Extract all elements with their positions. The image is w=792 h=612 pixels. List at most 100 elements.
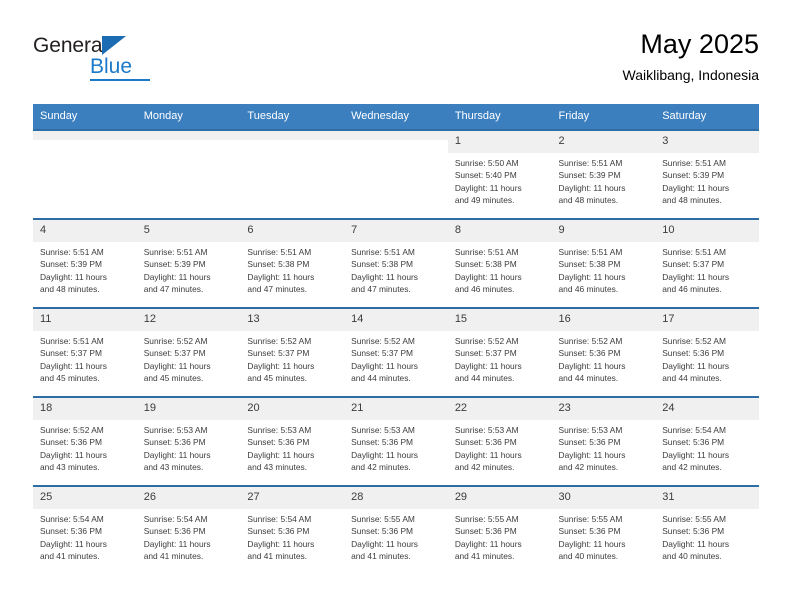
calendar-day-cell[interactable]: 27 Sunrise: 5:54 AM Sunset: 5:36 PM Dayligh… [240, 485, 345, 575]
daylight-text-line2: and 42 minutes. [662, 462, 722, 473]
calendar-day-cell[interactable]: 3 Sunrise: 5:51 AM Sunset: 5:39 PM Daylight… [655, 129, 759, 219]
day-details: Sunrise: 5:51 AM Sunset: 5:38 PM Daylight:… [240, 242, 344, 296]
daylight-text-line2: and 43 minutes. [40, 462, 100, 473]
sunrise-text: Sunrise: 5:52 AM [558, 336, 623, 346]
logo-underline [90, 79, 150, 81]
calendar-day-cell[interactable]: 18 Sunrise: 5:52 AM Sunset: 5:36 PM Dayligh… [33, 396, 137, 486]
calendar-day-cell[interactable]: 13 Sunrise: 5:52 AM Sunset: 5:37 PM Dayligh… [240, 307, 345, 397]
calendar-day-cell[interactable]: 8 Sunrise: 5:51 AM Sunset: 5:38 PM Daylight… [447, 218, 552, 308]
day-number: 15 [447, 309, 552, 331]
sunset-text: Sunset: 5:37 PM [247, 348, 310, 359]
sunrise-text: Sunrise: 5:53 AM [558, 425, 623, 435]
day-details: Sunrise: 5:51 AM Sunset: 5:39 PM Daylight:… [33, 242, 137, 296]
day-number: 14 [344, 309, 448, 331]
calendar-day-cell[interactable]: 7 Sunrise: 5:51 AM Sunset: 5:38 PM Daylight… [344, 218, 448, 308]
day-cell-inner: 18 Sunrise: 5:52 AM Sunset: 5:36 PM Dayligh… [33, 398, 137, 485]
sunset-text: Sunset: 5:36 PM [247, 437, 310, 448]
daylight-text-line1: Daylight: 11 hours [40, 360, 107, 371]
day-details: Sunrise: 5:51 AM Sunset: 5:39 PM Daylight:… [137, 242, 241, 296]
page-header: General Blue May 2025 Waiklibang, Indone… [33, 28, 759, 96]
day-number: 28 [344, 487, 448, 509]
calendar-day-cell[interactable]: 17 Sunrise: 5:52 AM Sunset: 5:36 PM Dayligh… [655, 307, 759, 397]
calendar-week-row: 18 Sunrise: 5:52 AM Sunset: 5:36 PM Dayligh… [33, 396, 759, 486]
day-number: 4 [33, 220, 137, 242]
daylight-text-line1: Daylight: 11 hours [40, 271, 107, 282]
sunrise-text: Sunrise: 5:50 AM [454, 158, 519, 168]
day-number [136, 131, 241, 140]
calendar-day-cell[interactable]: 31 Sunrise: 5:55 AM Sunset: 5:36 PM Dayligh… [655, 485, 759, 575]
calendar-day-cell[interactable]: 28 Sunrise: 5:55 AM Sunset: 5:36 PM Dayligh… [344, 485, 448, 575]
sunrise-text: Sunrise: 5:52 AM [143, 336, 208, 346]
day-cell-inner: 11 Sunrise: 5:51 AM Sunset: 5:37 PM Dayligh… [33, 309, 137, 396]
sunset-text: Sunset: 5:36 PM [662, 437, 725, 448]
sunrise-text: Sunrise: 5:52 AM [40, 425, 104, 435]
calendar-day-cell[interactable]: 19 Sunrise: 5:53 AM Sunset: 5:36 PM Dayligh… [136, 396, 241, 486]
calendar-body: 1 Sunrise: 5:50 AM Sunset: 5:40 PM Daylight… [33, 129, 759, 575]
calendar-day-cell[interactable]: 1 Sunrise: 5:50 AM Sunset: 5:40 PM Daylight… [447, 129, 552, 219]
calendar-day-cell[interactable]: 5 Sunrise: 5:51 AM Sunset: 5:39 PM Daylight… [136, 218, 241, 308]
day-details: Sunrise: 5:53 AM Sunset: 5:36 PM Daylight:… [240, 420, 344, 474]
day-number: 6 [240, 220, 345, 242]
calendar-day-cell[interactable]: 21 Sunrise: 5:53 AM Sunset: 5:36 PM Dayligh… [344, 396, 448, 486]
daylight-text-line2: and 46 minutes. [454, 284, 515, 295]
daylight-text-line1: Daylight: 11 hours [558, 538, 626, 549]
calendar-day-cell[interactable]: 25 Sunrise: 5:54 AM Sunset: 5:36 PM Dayligh… [33, 485, 137, 575]
calendar-day-cell[interactable]: 22 Sunrise: 5:53 AM Sunset: 5:36 PM Dayligh… [447, 396, 552, 486]
daylight-text-line1: Daylight: 11 hours [247, 449, 315, 460]
calendar-day-cell[interactable]: 4 Sunrise: 5:51 AM Sunset: 5:39 PM Daylight… [33, 218, 137, 308]
calendar-day-cell[interactable]: 20 Sunrise: 5:53 AM Sunset: 5:36 PM Dayligh… [240, 396, 345, 486]
calendar-day-cell[interactable]: 6 Sunrise: 5:51 AM Sunset: 5:38 PM Daylight… [240, 218, 345, 308]
daylight-text-line2: and 44 minutes. [454, 373, 515, 384]
day-details: Sunrise: 5:55 AM Sunset: 5:36 PM Daylight:… [344, 509, 448, 563]
sunset-text: Sunset: 5:36 PM [662, 348, 725, 359]
sunrise-text: Sunrise: 5:51 AM [454, 247, 519, 257]
calendar-day-cell[interactable]: 24 Sunrise: 5:54 AM Sunset: 5:36 PM Dayligh… [655, 396, 759, 486]
calendar-day-cell[interactable]: 9 Sunrise: 5:51 AM Sunset: 5:38 PM Daylight… [551, 218, 656, 308]
calendar-day-cell[interactable]: 15 Sunrise: 5:52 AM Sunset: 5:37 PM Dayligh… [447, 307, 552, 397]
sunset-text: Sunset: 5:37 PM [351, 348, 414, 359]
daylight-text-line1: Daylight: 11 hours [40, 538, 107, 549]
sunset-text: Sunset: 5:40 PM [454, 170, 517, 181]
daylight-text-line1: Daylight: 11 hours [143, 449, 211, 460]
calendar-day-cell[interactable]: 10 Sunrise: 5:51 AM Sunset: 5:37 PM Dayligh… [655, 218, 759, 308]
day-details: Sunrise: 5:53 AM Sunset: 5:36 PM Daylight:… [552, 420, 656, 474]
day-cell-inner: 5 Sunrise: 5:51 AM Sunset: 5:39 PM Daylight… [136, 220, 241, 307]
calendar-day-cell[interactable]: 12 Sunrise: 5:52 AM Sunset: 5:37 PM Dayligh… [136, 307, 241, 397]
daylight-text-line1: Daylight: 11 hours [351, 271, 418, 282]
calendar-cell-empty[interactable] [240, 129, 345, 219]
day-cell-inner: 25 Sunrise: 5:54 AM Sunset: 5:36 PM Dayligh… [33, 487, 137, 575]
day-details: Sunrise: 5:54 AM Sunset: 5:36 PM Daylight:… [137, 509, 241, 563]
day-details: Sunrise: 5:55 AM Sunset: 5:36 PM Daylight:… [552, 509, 656, 563]
daylight-text-line2: and 45 minutes. [247, 373, 308, 384]
daylight-text-line1: Daylight: 11 hours [351, 538, 418, 549]
calendar-cell-empty[interactable] [344, 129, 448, 219]
calendar-day-cell[interactable]: 30 Sunrise: 5:55 AM Sunset: 5:36 PM Dayligh… [551, 485, 656, 575]
daylight-text-line1: Daylight: 11 hours [558, 271, 626, 282]
daylight-text-line1: Daylight: 11 hours [40, 449, 107, 460]
calendar-day-cell[interactable]: 29 Sunrise: 5:55 AM Sunset: 5:36 PM Dayligh… [447, 485, 552, 575]
calendar-day-cell[interactable]: 26 Sunrise: 5:54 AM Sunset: 5:36 PM Dayligh… [136, 485, 241, 575]
calendar-day-cell[interactable]: 23 Sunrise: 5:53 AM Sunset: 5:36 PM Dayligh… [551, 396, 656, 486]
calendar-day-cell[interactable]: 2 Sunrise: 5:51 AM Sunset: 5:39 PM Daylight… [551, 129, 656, 219]
calendar-day-cell[interactable]: 14 Sunrise: 5:52 AM Sunset: 5:37 PM Dayligh… [344, 307, 448, 397]
calendar-day-cell[interactable]: 11 Sunrise: 5:51 AM Sunset: 5:37 PM Dayligh… [33, 307, 137, 397]
sunset-text: Sunset: 5:37 PM [143, 348, 206, 359]
day-number: 7 [344, 220, 448, 242]
day-details: Sunrise: 5:52 AM Sunset: 5:36 PM Daylight:… [552, 331, 656, 385]
calendar-cell-empty[interactable] [136, 129, 241, 219]
day-number: 21 [344, 398, 448, 420]
weekday-header-monday: Monday [136, 104, 241, 130]
day-cell-inner [33, 131, 137, 218]
sunset-text: Sunset: 5:36 PM [40, 437, 102, 448]
calendar-cell-empty[interactable] [33, 129, 137, 219]
daylight-text-line2: and 45 minutes. [40, 373, 100, 384]
general-blue-logo[interactable]: General Blue [33, 34, 163, 90]
day-number: 11 [33, 309, 137, 331]
daylight-text-line1: Daylight: 11 hours [351, 360, 418, 371]
day-cell-inner: 6 Sunrise: 5:51 AM Sunset: 5:38 PM Daylight… [240, 220, 345, 307]
day-details: Sunrise: 5:54 AM Sunset: 5:36 PM Daylight:… [655, 420, 759, 474]
daylight-text-line1: Daylight: 11 hours [454, 271, 522, 282]
calendar-day-cell[interactable]: 16 Sunrise: 5:52 AM Sunset: 5:36 PM Dayligh… [551, 307, 656, 397]
day-details: Sunrise: 5:52 AM Sunset: 5:36 PM Daylight:… [33, 420, 137, 474]
calendar-page: General Blue May 2025 Waiklibang, Indone… [0, 0, 792, 612]
